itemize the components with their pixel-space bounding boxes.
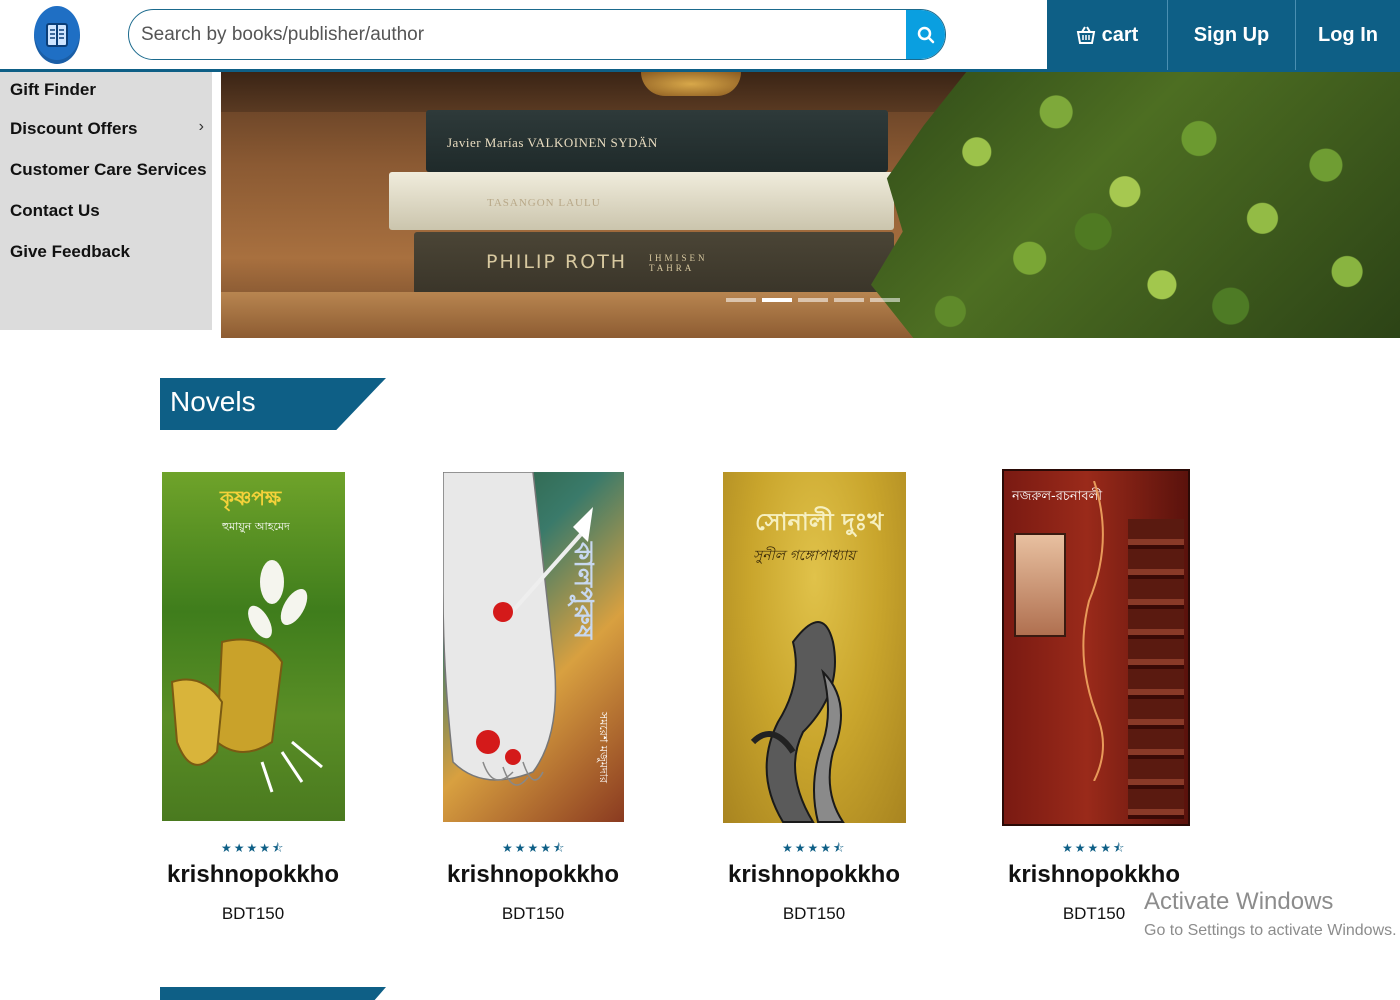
section-heading-label: Novels: [170, 386, 256, 417]
search-icon: [917, 26, 934, 43]
book-title[interactable]: krishnopokkho: [974, 861, 1214, 889]
book-cover[interactable]: সোনালী দুঃখ সুনীল গঙ্গোপাধ্যায়: [723, 472, 906, 823]
cover-calligraphy: [1082, 481, 1104, 781]
watermark-line-2: Go to Settings to activate Windows.: [1144, 922, 1397, 939]
rating-stars: ★★★★⯪: [502, 841, 567, 855]
hero-banner[interactable]: Javier Marías VALKOINEN SYDÄN TASANGON L…: [221, 72, 1400, 338]
search-button[interactable]: [906, 10, 945, 59]
book-cover[interactable]: কৃষ্ণপক্ষ হুমায়ুন আহমেদ: [162, 472, 345, 821]
cover-book-stack: [1128, 519, 1184, 819]
cover-title: কৃষ্ণপক্ষ: [220, 486, 282, 510]
activate-windows-watermark: Activate Windows Go to Settings to activ…: [1144, 888, 1397, 940]
cover-title: কালপুরুষ: [568, 542, 598, 640]
cart-button[interactable]: cart: [1047, 0, 1168, 70]
banner-spine-text-1: Javier Marías VALKOINEN SYDÄN: [447, 135, 658, 150]
cover-portrait: [1014, 533, 1066, 637]
log-in-button[interactable]: Log In: [1296, 0, 1400, 70]
book-price: BDT150: [221, 904, 285, 923]
cover-title: সোনালী দুঃখ: [755, 508, 884, 536]
page: cart Sign Up Log In Gift Finder Discount…: [0, 0, 1400, 1000]
sidebar-item-discount-offers[interactable]: Discount Offers ›: [0, 108, 212, 149]
header-nav: cart Sign Up Log In: [1047, 0, 1400, 70]
carousel-dot[interactable]: [798, 298, 828, 302]
basket-icon: [1076, 26, 1095, 44]
banner-spine-text-3: PHILIP ROTH: [486, 251, 628, 273]
cover-author: সমরেশ মজুমদার: [597, 712, 610, 783]
sign-up-label: Sign Up: [1193, 23, 1270, 46]
rating-stars: ★★★★⯪: [782, 841, 847, 855]
carousel-indicators: [726, 298, 900, 302]
book-title[interactable]: krishnopokkho: [133, 861, 373, 889]
search-input[interactable]: [129, 10, 906, 59]
book-price: BDT150: [782, 904, 846, 923]
sidebar-item-give-feedback[interactable]: Give Feedback: [0, 231, 212, 272]
book-price: BDT150: [501, 904, 565, 923]
cover-illustration: [170, 560, 323, 793]
carousel-dot[interactable]: [870, 298, 900, 302]
sidebar-item-label: Gift Finder: [10, 80, 96, 99]
rating-stars: ★★★★⯪: [1062, 841, 1127, 855]
rating-stars: ★★★★⯪: [221, 841, 286, 855]
top-header: cart Sign Up Log In: [0, 0, 1400, 72]
watermark-line-1: Activate Windows: [1144, 888, 1334, 915]
book-title[interactable]: krishnopokkho: [413, 861, 653, 889]
cover-author: সুনীল গঙ্গোপাধ্যায়: [753, 548, 856, 564]
search-bar: [128, 9, 946, 60]
sidebar-item-label: Customer Care Services: [10, 159, 207, 179]
carousel-dot[interactable]: [726, 298, 756, 302]
sign-up-button[interactable]: Sign Up: [1168, 0, 1296, 70]
carousel-dot-active[interactable]: [762, 298, 792, 302]
sidebar-item-gift-finder[interactable]: Gift Finder: [0, 72, 212, 108]
book-cover[interactable]: কালপুরুষ সমরেশ মজুমদার: [443, 472, 624, 822]
sidebar-item-customer-care[interactable]: Customer Care Services: [0, 149, 212, 190]
site-logo[interactable]: [34, 6, 80, 64]
sidebar-menu: Gift Finder Discount Offers › Customer C…: [0, 72, 212, 330]
section-heading-novels: Novels: [160, 378, 386, 430]
banner-plant: [871, 72, 1400, 338]
banner-spine-text-4: IHMISEN TAHRA: [649, 253, 708, 273]
cover-illustration: [750, 621, 845, 823]
banner-jar: [641, 72, 741, 96]
sidebar-item-label: Give Feedback: [10, 241, 131, 261]
sidebar-item-label: Discount Offers: [10, 118, 138, 138]
book-cover[interactable]: নজরুল-রচনাবলী: [1002, 469, 1190, 826]
banner-book-2: [389, 172, 894, 230]
book-title[interactable]: krishnopokkho: [694, 861, 934, 889]
sidebar-item-label: Contact Us: [10, 200, 100, 220]
cart-label: cart: [1101, 23, 1139, 46]
section-heading-next: [160, 987, 386, 1000]
sidebar-item-contact-us[interactable]: Contact Us: [0, 190, 212, 231]
banner-spine-text-2: TASANGON LAULU: [487, 197, 601, 209]
cover-author: হুমায়ুন আহমেদ: [222, 520, 290, 533]
chevron-right-icon: ›: [198, 118, 204, 135]
log-in-label: Log In: [1318, 23, 1378, 46]
book-logo-icon: [46, 23, 68, 47]
carousel-dot[interactable]: [834, 298, 864, 302]
